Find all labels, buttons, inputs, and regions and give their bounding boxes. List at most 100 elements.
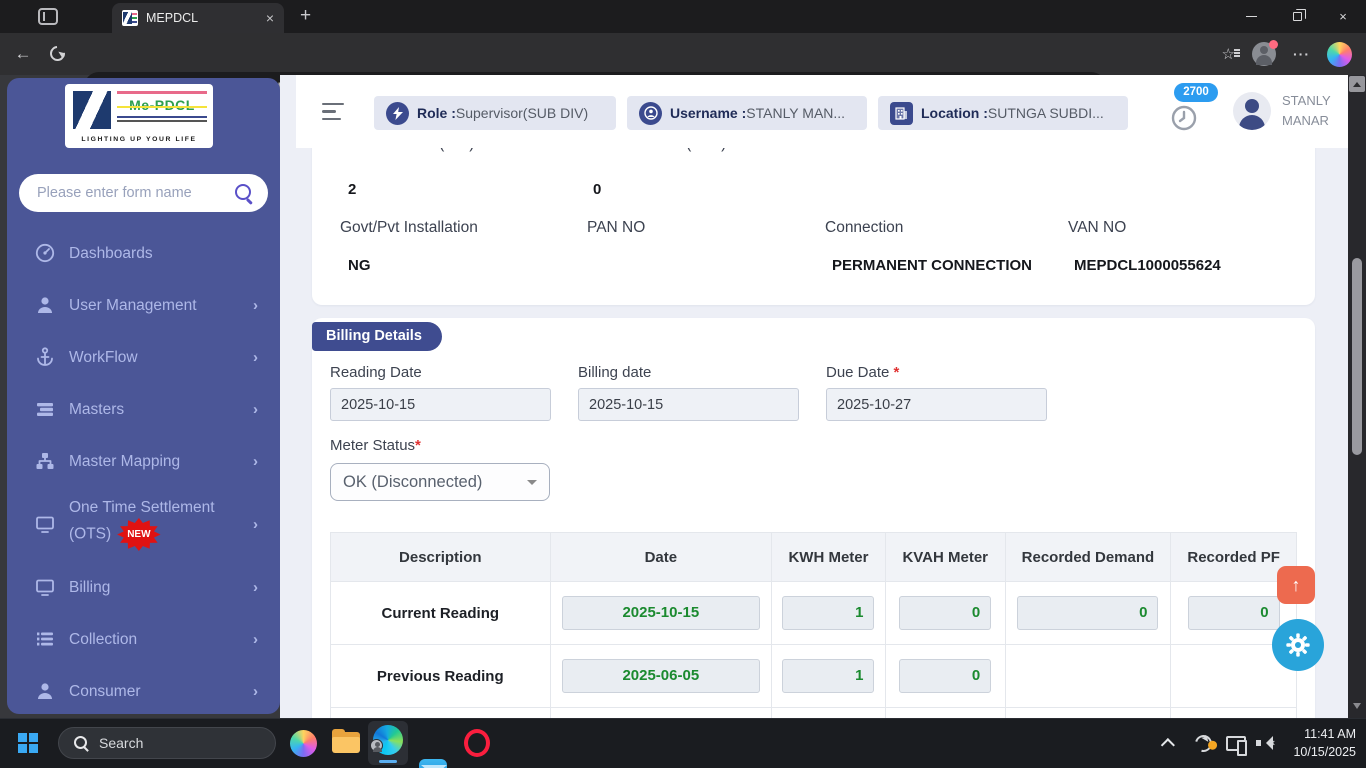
search-icon[interactable] <box>234 183 254 203</box>
new-tab-button[interactable]: + <box>300 5 311 27</box>
monitor-icon <box>33 512 57 536</box>
user-avatar[interactable] <box>1233 92 1271 130</box>
sidebar-item-collection[interactable]: Collection › <box>7 613 280 665</box>
consumer-details-card: Sanction Load(KW) Sanction Load(KVA) 2 0… <box>312 133 1315 305</box>
brand-tagline: LIGHTING UP YOUR LIFE <box>65 136 213 143</box>
anchor-icon <box>33 345 57 369</box>
window-restore-button[interactable] <box>1274 0 1320 33</box>
meter-status-select[interactable]: OK (Disconnected) <box>330 463 550 501</box>
tab-title: MEPDCL <box>146 11 266 25</box>
chevron-right-icon: › <box>253 349 258 366</box>
copilot-icon[interactable] <box>1327 42 1352 67</box>
sidebar-item-consumer[interactable]: Consumer › <box>7 665 280 714</box>
monitor-icon <box>33 575 57 599</box>
favorites-bar-icon[interactable]: ☆ <box>1222 45 1235 63</box>
page-scrollbar[interactable] <box>1348 75 1366 718</box>
role-badge: Role :Supervisor(SUB DIV) <box>374 96 616 130</box>
masters-icon <box>33 397 57 421</box>
chevron-right-icon: › <box>253 683 258 700</box>
browser-toolbar: ← https://mepdcl.ubs.ieasybill.com/BillG… <box>0 33 1366 75</box>
up-arrow-icon: ↑ <box>1292 575 1301 596</box>
current-pf-input[interactable]: 0 <box>1188 596 1280 630</box>
logo-bolt-icon <box>73 91 111 129</box>
sidebar-menu: Dashboards User Management › WorkFlow › … <box>7 227 280 714</box>
sidebar-item-master-mapping[interactable]: Master Mapping › <box>7 435 280 487</box>
gear-icon <box>1284 631 1312 659</box>
col-description: Description <box>331 533 551 581</box>
previous-date-input[interactable]: 2025-06-05 <box>562 659 760 693</box>
browser-menu-icon[interactable]: ··· <box>1293 46 1310 62</box>
chevron-right-icon: › <box>253 516 258 533</box>
scrollbar-up-button[interactable] <box>1349 76 1365 92</box>
reading-date-label: Reading Date <box>330 364 422 381</box>
previous-kvah-input[interactable]: 0 <box>899 659 991 693</box>
taskbar-clock[interactable]: 11:41 AM 10/15/2025 <box>1268 725 1356 761</box>
scroll-to-top-button[interactable]: ↑ <box>1277 566 1315 604</box>
col-date: Date <box>551 533 773 581</box>
current-date-input[interactable]: 2025-10-15 <box>562 596 760 630</box>
user-name: STANLY MANAR <box>1282 91 1331 131</box>
sidebar-item-user-management[interactable]: User Management › <box>7 279 280 331</box>
billing-date-input[interactable] <box>578 388 799 421</box>
window-close-button[interactable]: × <box>1320 0 1366 33</box>
table-header-row: Description Date KWH Meter KVAH Meter Re… <box>331 533 1296 582</box>
window-minimize-button[interactable] <box>1228 0 1274 33</box>
col-demand: Recorded Demand <box>1006 533 1172 581</box>
user-icon <box>33 679 57 703</box>
taskbar-mail-icon[interactable] <box>419 759 447 768</box>
chevron-right-icon: › <box>253 297 258 314</box>
reading-date-input[interactable] <box>330 388 551 421</box>
tab-actions-icon[interactable] <box>38 8 58 25</box>
browser-profile-avatar[interactable] <box>1252 42 1276 66</box>
billing-date-label: Billing date <box>578 364 651 381</box>
sidebar-item-dashboards[interactable]: Dashboards <box>7 227 280 279</box>
hamburger-menu-icon[interactable] <box>322 103 344 125</box>
chevron-right-icon: › <box>253 401 258 418</box>
username-badge: Username :STANLY MAN... <box>627 96 867 130</box>
govt-pvt-label: Govt/Pvt Installation <box>340 219 478 237</box>
meter-status-label: Meter Status* <box>330 437 421 454</box>
browser-tab[interactable]: MEPDCL × <box>112 3 284 33</box>
caret-down-icon <box>527 480 537 490</box>
current-demand-input[interactable]: 0 <box>1017 596 1158 630</box>
readings-table: Description Date KWH Meter KVAH Meter Re… <box>330 532 1297 718</box>
sidebar-item-masters[interactable]: Masters › <box>7 383 280 435</box>
col-kwh: KWH Meter <box>772 533 886 581</box>
tray-show-hidden-icons[interactable] <box>1158 718 1182 768</box>
start-button[interactable] <box>18 733 39 753</box>
taskbar-file-explorer-icon[interactable] <box>331 728 361 758</box>
tab-close-icon[interactable]: × <box>266 10 274 26</box>
van-label: VAN NO <box>1068 219 1126 237</box>
form-search-input[interactable] <box>19 185 234 201</box>
col-kvah: KVAH Meter <box>886 533 1006 581</box>
previous-kwh-input[interactable]: 1 <box>782 659 874 693</box>
scrollbar-thumb[interactable] <box>1352 258 1362 455</box>
back-button[interactable]: ← <box>10 33 36 75</box>
edge-profile-badge <box>370 739 383 752</box>
due-date-label: Due Date * <box>826 364 899 381</box>
taskbar-copilot-icon[interactable] <box>290 730 317 757</box>
refresh-button[interactable] <box>47 43 68 64</box>
taskbar-edge-active[interactable] <box>368 721 408 765</box>
scrollbar-down-button[interactable] <box>1353 703 1361 713</box>
app-logo: Me-PDCL LIGHTING UP YOUR LIFE <box>65 84 213 148</box>
sidebar-item-ots[interactable]: One Time Settlement (OTS)NEW › <box>7 487 280 561</box>
tray-display-icon[interactable] <box>1222 718 1250 768</box>
sidebar-item-workflow[interactable]: WorkFlow › <box>7 331 280 383</box>
session-timer[interactable]: 2700 <box>1164 81 1220 141</box>
sidebar-item-billing[interactable]: Billing › <box>7 561 280 613</box>
chevron-up-icon <box>1161 738 1175 752</box>
clock-time: 11:41 AM <box>1268 725 1356 743</box>
pan-label: PAN NO <box>587 219 645 237</box>
current-kvah-input[interactable]: 0 <box>899 596 991 630</box>
sync-alert-dot <box>1208 740 1217 749</box>
clock-date: 10/15/2025 <box>1268 743 1356 761</box>
sitemap-icon <box>33 449 57 473</box>
tray-sync-icon[interactable] <box>1190 718 1216 768</box>
taskbar-search[interactable]: Search <box>58 727 276 759</box>
settings-fab-button[interactable] <box>1272 619 1324 671</box>
app-header: Role :Supervisor(SUB DIV) Username :STAN… <box>296 75 1348 148</box>
due-date-input[interactable] <box>826 388 1047 421</box>
taskbar-opera-icon[interactable] <box>462 728 492 758</box>
current-kwh-input[interactable]: 1 <box>782 596 874 630</box>
